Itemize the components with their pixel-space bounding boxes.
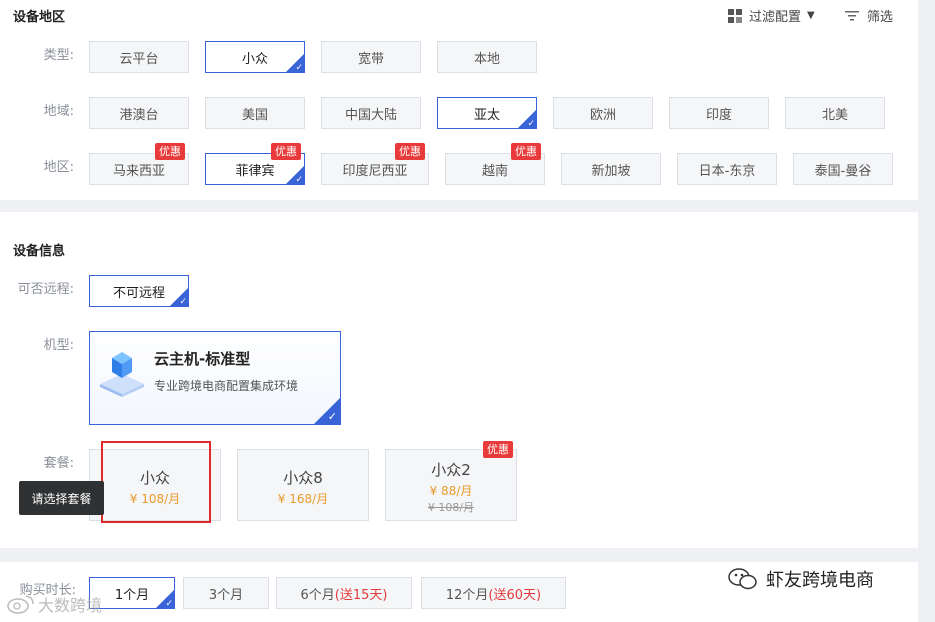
region-panel: 设备地区 过滤配置 ▼ 筛选 类型: 云平台 小众 宽带 本地 地域: 港澳台 …	[0, 0, 918, 200]
wechat-watermark: 虾友跨境电商	[728, 566, 874, 592]
weibo-icon	[7, 595, 34, 614]
discount-badge: 优惠	[483, 441, 513, 458]
area-option-label: 印度	[705, 107, 732, 123]
package-price: ¥ 168/月	[277, 492, 329, 506]
duration-option-label: 6个月	[300, 587, 335, 603]
area-option-label: 美国	[241, 107, 268, 123]
wechat-icon	[728, 568, 757, 590]
grid-icon	[728, 8, 742, 23]
district-option-tokyo[interactable]: 日本-东京	[677, 153, 777, 185]
type-label: 类型:	[43, 48, 74, 63]
area-option-label: 港澳台	[119, 107, 159, 123]
area-option-north-america[interactable]: 北美	[785, 97, 885, 129]
area-option-label: 北美	[821, 107, 848, 123]
filter-label: 筛选	[867, 10, 894, 25]
package-name: 小众2	[431, 461, 471, 479]
district-option-label: 菲律宾	[235, 163, 275, 179]
filter-config-label: 过滤配置	[749, 10, 802, 25]
discount-badge: 优惠	[511, 143, 541, 160]
area-option-hk-macau-tw[interactable]: 港澳台	[89, 97, 189, 129]
weibo-watermark-text: 大数跨境	[38, 596, 103, 615]
device-section-title: 设备信息	[13, 244, 66, 259]
type-option-local[interactable]: 本地	[437, 41, 537, 73]
duration-option-label: 3个月	[208, 587, 244, 603]
area-option-label: 亚太	[473, 107, 500, 123]
cloud-server-icon	[100, 352, 144, 397]
select-package-tooltip: 请选择套餐	[19, 481, 104, 515]
caret-down-icon: ▼	[807, 10, 815, 21]
model-label: 机型:	[43, 338, 74, 353]
package-label: 套餐:	[43, 456, 74, 471]
area-option-label: 中国大陆	[344, 107, 397, 123]
area-option-china[interactable]: 中国大陆	[321, 97, 421, 129]
remote-option-label: 不可远程	[112, 285, 165, 301]
weibo-watermark: 大数跨境	[6, 592, 102, 616]
model-card-cloud-standard[interactable]: 云主机-标准型 专业跨境电商配置集成环境	[89, 331, 341, 425]
discount-badge: 优惠	[395, 143, 425, 160]
discount-badge: 优惠	[155, 143, 185, 160]
package-name: 小众8	[283, 469, 323, 487]
model-name: 云主机-标准型	[154, 350, 251, 368]
area-option-usa[interactable]: 美国	[205, 97, 305, 129]
remote-option-no-remote[interactable]: 不可远程	[89, 275, 189, 307]
package-original-price: ¥ 108/月	[427, 501, 475, 514]
type-option-label: 宽带	[357, 51, 384, 67]
filter-config-button[interactable]: 过滤配置 ▼	[728, 6, 815, 25]
filter-button[interactable]: 筛选	[845, 6, 893, 25]
district-option-label: 马来西亚	[112, 163, 165, 179]
district-option-label: 泰国-曼谷	[814, 163, 872, 179]
package-price: ¥ 88/月	[429, 484, 473, 498]
area-option-india[interactable]: 印度	[669, 97, 769, 129]
discount-badge: 优惠	[271, 143, 301, 160]
duration-option-3-months[interactable]: 3个月	[183, 577, 269, 609]
type-option-broadband[interactable]: 宽带	[321, 41, 421, 73]
type-option-niche[interactable]: 小众	[205, 41, 305, 73]
district-option-singapore[interactable]: 新加坡	[561, 153, 661, 185]
type-option-label: 云平台	[119, 51, 159, 67]
type-option-cloud[interactable]: 云平台	[89, 41, 189, 73]
district-option-label: 印度尼西亚	[342, 163, 408, 179]
area-label: 地域:	[43, 104, 74, 119]
package-card-niche8[interactable]: 小众8 ¥ 168/月	[237, 449, 369, 521]
type-option-label: 本地	[473, 51, 500, 67]
duration-option-6-months[interactable]: 6个月 (送15天)	[276, 577, 412, 609]
district-option-label: 日本-东京	[698, 163, 756, 179]
district-option-label: 新加坡	[591, 163, 631, 179]
area-option-label: 欧洲	[589, 107, 616, 123]
duration-option-label: 12个月	[445, 587, 489, 603]
filter-icon	[845, 10, 859, 20]
duration-bonus: (送15天)	[334, 587, 388, 603]
district-option-label: 越南	[481, 163, 508, 179]
package-card-niche2[interactable]: 小众2 ¥ 88/月 ¥ 108/月	[385, 449, 517, 521]
model-description: 专业跨境电商配置集成环境	[154, 379, 299, 393]
highlight-box	[101, 441, 211, 523]
district-option-bangkok[interactable]: 泰国-曼谷	[793, 153, 893, 185]
duration-bonus: (送60天)	[488, 587, 542, 603]
type-option-label: 小众	[241, 51, 268, 67]
duration-option-label: 1个月	[114, 587, 150, 603]
remote-label: 可否远程:	[17, 282, 74, 297]
duration-option-12-months[interactable]: 12个月 (送60天)	[421, 577, 566, 609]
district-label: 地区:	[43, 160, 74, 175]
area-option-apac[interactable]: 亚太	[437, 97, 537, 129]
area-option-europe[interactable]: 欧洲	[553, 97, 653, 129]
region-section-title: 设备地区	[13, 10, 66, 25]
wechat-watermark-text: 虾友跨境电商	[766, 570, 874, 591]
